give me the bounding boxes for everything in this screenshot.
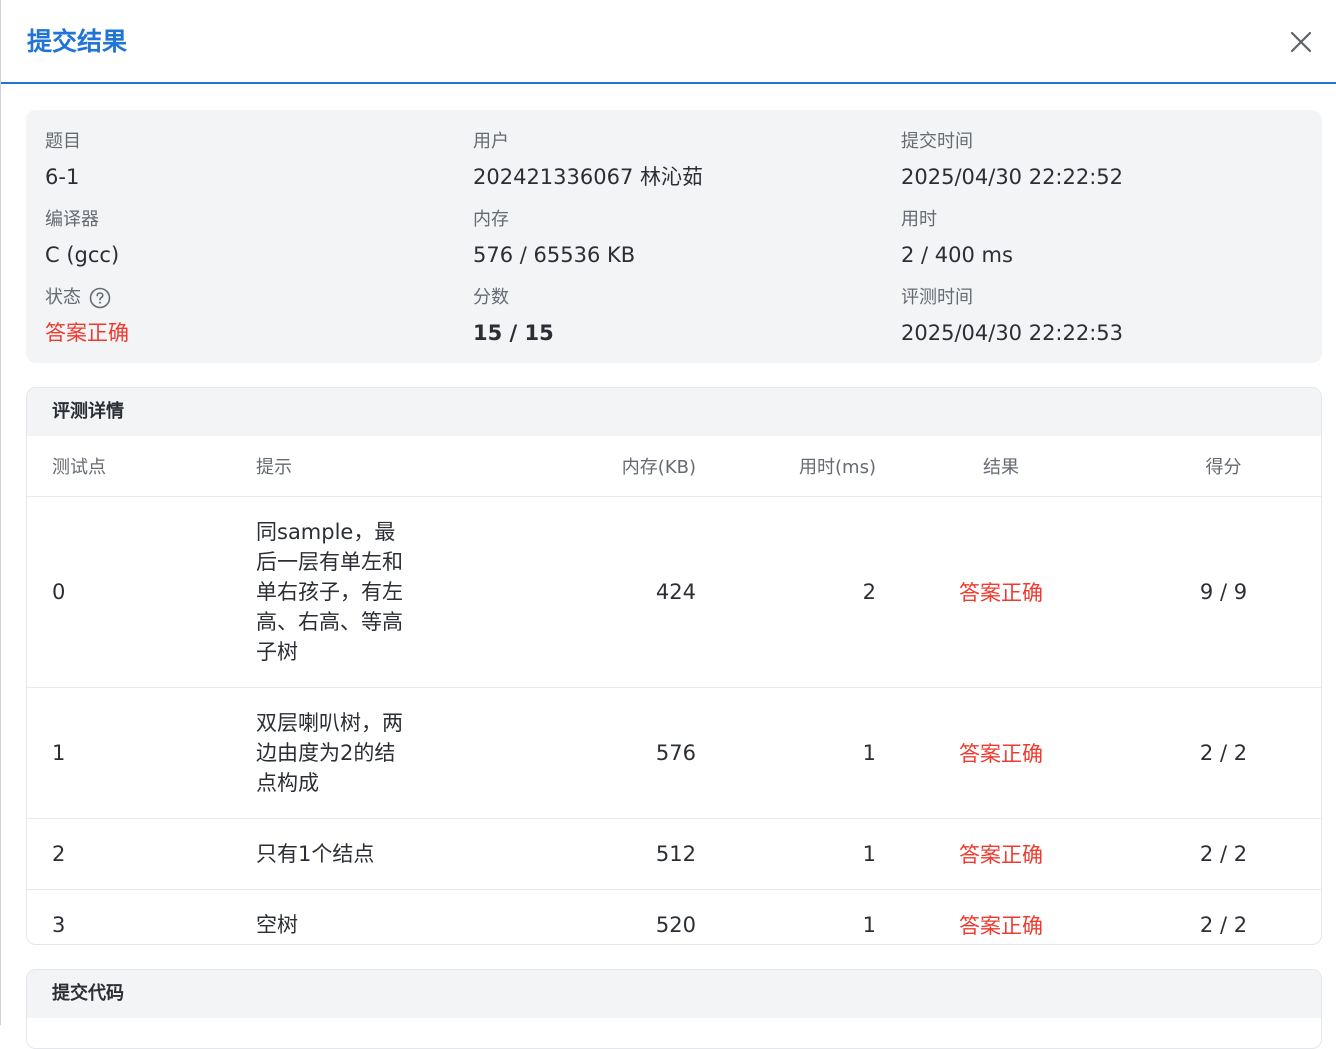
testcase-memory: 512 xyxy=(536,818,696,890)
table-row: 3 空树 520 1 答案正确 2 / 2 xyxy=(27,890,1321,945)
compiler-label: 编译器 xyxy=(45,209,99,230)
testcase-hint: 同sample，最后一层有单左和单右孩子，有左高、右高、等高子树 xyxy=(256,520,403,664)
memory-info: 内存 576 / 65536 KB xyxy=(473,208,635,270)
testcase-time: 2 xyxy=(696,496,876,688)
status-value: 答案正确 xyxy=(45,321,129,345)
testcase-time: 1 xyxy=(862,913,876,937)
testcase-hint-cell: 双层喇叭树，两边由度为2的结点构成 xyxy=(256,687,536,819)
testcase-id: 2 xyxy=(27,818,256,890)
problem-info: 题目 6-1 xyxy=(45,130,81,192)
testcase-hint-cell: 同sample，最后一层有单左和单右孩子，有左高、右高、等高子树 xyxy=(256,496,536,688)
submit-time-value: 2025/04/30 22:22:52 xyxy=(901,165,1124,189)
judge-time-label: 评测时间 xyxy=(901,287,973,308)
testcase-score: 2 / 2 xyxy=(1126,818,1321,890)
score-info: 分数 15 / 15 xyxy=(473,286,554,348)
col-testcase: 测试点 xyxy=(27,436,256,497)
testcase-id: 0 xyxy=(27,496,256,688)
testcase-score: 2 / 2 xyxy=(1199,913,1248,937)
testcase-hint: 只有1个结点 xyxy=(256,842,375,866)
close-button[interactable] xyxy=(1287,28,1315,56)
submitted-code-title: 提交代码 xyxy=(27,970,1321,1018)
submission-info-card: 题目 6-1 用户 202421336067 林沁茹 提交时间 2025/04/… xyxy=(26,110,1322,363)
submit-time-label: 提交时间 xyxy=(901,131,973,152)
testcase-result: 答案正确 xyxy=(876,496,1126,688)
user-label: 用户 xyxy=(473,131,509,152)
close-icon xyxy=(1290,31,1312,53)
testcase-id: 1 xyxy=(27,687,256,819)
judge-detail-table: 测试点 提示 内存(KB) 用时(ms) 结果 得分 0 同sample，最后一… xyxy=(27,436,1321,945)
testcase-result: 答案正确 xyxy=(876,818,1126,890)
col-hint: 提示 xyxy=(256,436,536,497)
memory-value: 576 / 65536 KB xyxy=(473,243,636,267)
user-value: 202421336067 林沁茹 xyxy=(473,165,704,189)
user-info: 用户 202421336067 林沁茹 xyxy=(473,130,703,192)
judge-time-info: 评测时间 2025/04/30 22:22:53 xyxy=(901,286,1123,348)
col-time: 用时(ms) xyxy=(696,436,876,497)
submission-result-dialog: 提交结果 题目 6-1 用户 202421336067 林沁茹 提交时间 202… xyxy=(0,0,1336,1049)
testcase-hint: 空树 xyxy=(256,913,298,937)
status-label: 状态 xyxy=(45,287,81,308)
status-label-row: 状态 xyxy=(45,286,129,310)
testcase-memory: 520 xyxy=(655,913,696,937)
time-label: 用时 xyxy=(901,209,937,230)
memory-label: 内存 xyxy=(473,209,509,230)
testcase-memory: 576 xyxy=(536,687,696,819)
submit-time-info: 提交时间 2025/04/30 22:22:52 xyxy=(901,130,1123,192)
judge-detail-title: 评测详情 xyxy=(27,388,1321,436)
help-circle-icon[interactable] xyxy=(89,287,111,309)
testcase-id: 3 xyxy=(52,913,66,937)
status-info: 状态 答案正确 xyxy=(45,286,129,348)
table-row: 0 同sample，最后一层有单左和单右孩子，有左高、右高、等高子树 424 2… xyxy=(27,496,1321,688)
table-row: 1 双层喇叭树，两边由度为2的结点构成 576 1 答案正确 2 / 2 xyxy=(27,687,1321,819)
score-label: 分数 xyxy=(473,287,509,308)
testcase-result: 答案正确 xyxy=(959,914,1043,938)
testcase-score: 9 / 9 xyxy=(1126,496,1321,688)
compiler-value: C (gcc) xyxy=(45,243,120,267)
testcase-time: 1 xyxy=(696,818,876,890)
testcase-hint: 双层喇叭树，两边由度为2的结点构成 xyxy=(256,711,403,795)
problem-label: 题目 xyxy=(45,131,81,152)
testcase-hint-cell: 只有1个结点 xyxy=(256,818,536,890)
judge-detail-card: 评测详情 测试点 提示 内存(KB) 用时(ms) 结果 得分 0 同sampl… xyxy=(26,387,1322,945)
judge-time-value: 2025/04/30 22:22:53 xyxy=(901,321,1124,345)
score-value: 15 / 15 xyxy=(473,321,554,345)
testcase-hint-cell: 空树 xyxy=(256,890,536,945)
testcase-time: 1 xyxy=(696,687,876,819)
table-row: 2 只有1个结点 512 1 答案正确 2 / 2 xyxy=(27,818,1321,890)
problem-value[interactable]: 6-1 xyxy=(45,162,81,192)
col-result: 结果 xyxy=(876,436,1126,497)
time-info: 用时 2 / 400 ms xyxy=(901,208,1013,270)
table-header-row: 测试点 提示 内存(KB) 用时(ms) 结果 得分 xyxy=(27,436,1321,497)
testcase-memory: 424 xyxy=(536,496,696,688)
col-score: 得分 xyxy=(1126,436,1321,497)
testcase-score: 2 / 2 xyxy=(1126,687,1321,819)
testcase-result: 答案正确 xyxy=(876,687,1126,819)
dialog-title: 提交结果 xyxy=(27,27,128,56)
dialog-header: 提交结果 xyxy=(1,0,1336,84)
col-memory: 内存(KB) xyxy=(536,436,696,497)
compiler-info: 编译器 C (gcc) xyxy=(45,208,119,270)
submitted-code-card: 提交代码 xyxy=(26,969,1322,1049)
time-value: 2 / 400 ms xyxy=(901,243,1013,267)
